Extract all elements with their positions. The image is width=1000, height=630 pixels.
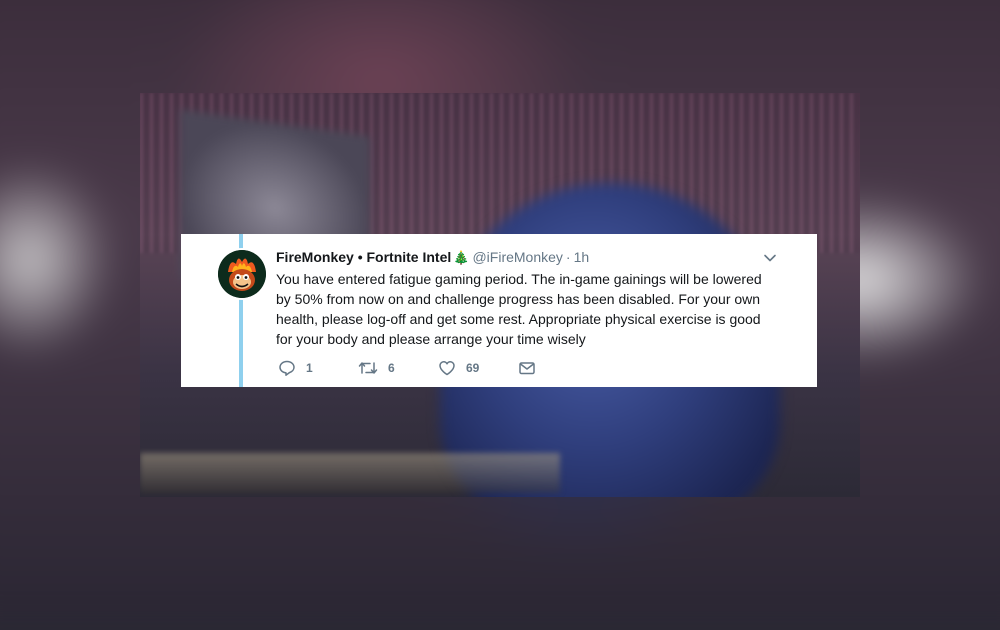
retweet-button[interactable]: 6 [358, 358, 395, 378]
tweet-actions: 1 6 69 [278, 358, 698, 378]
avatar[interactable] [218, 250, 266, 298]
like-button[interactable]: 69 [438, 358, 479, 378]
tweet-content: FireMonkey • Fortnite Intel 🎄 @iFireMonkey… [276, 247, 776, 349]
envelope-icon [519, 362, 535, 375]
reply-count: 1 [306, 361, 313, 375]
tweet-header: FireMonkey • Fortnite Intel 🎄 @iFireMonkey… [276, 247, 776, 268]
like-count: 69 [466, 361, 480, 375]
timestamp[interactable]: 1h [574, 249, 590, 265]
photo-desk [140, 453, 560, 493]
reply-bubble-icon [279, 360, 295, 376]
flaming-monkey-avatar-icon [218, 250, 266, 298]
tweet-text: You have entered fatigue gaming period. … [276, 271, 762, 347]
retweet-icon [358, 362, 378, 374]
reply-button[interactable]: 1 [278, 358, 313, 378]
tweet-card[interactable]: FireMonkey • Fortnite Intel 🎄 @iFireMonkey… [181, 234, 817, 387]
chevron-down-icon[interactable] [763, 251, 777, 265]
display-name[interactable]: FireMonkey • Fortnite Intel [276, 249, 451, 265]
heart-icon [439, 361, 455, 376]
separator-dot: · [565, 249, 571, 265]
retweet-count: 6 [388, 361, 395, 375]
direct-message-button[interactable] [518, 358, 546, 378]
user-handle[interactable]: @iFireMonkey [472, 249, 562, 265]
christmas-tree-icon: 🎄 [453, 250, 470, 265]
